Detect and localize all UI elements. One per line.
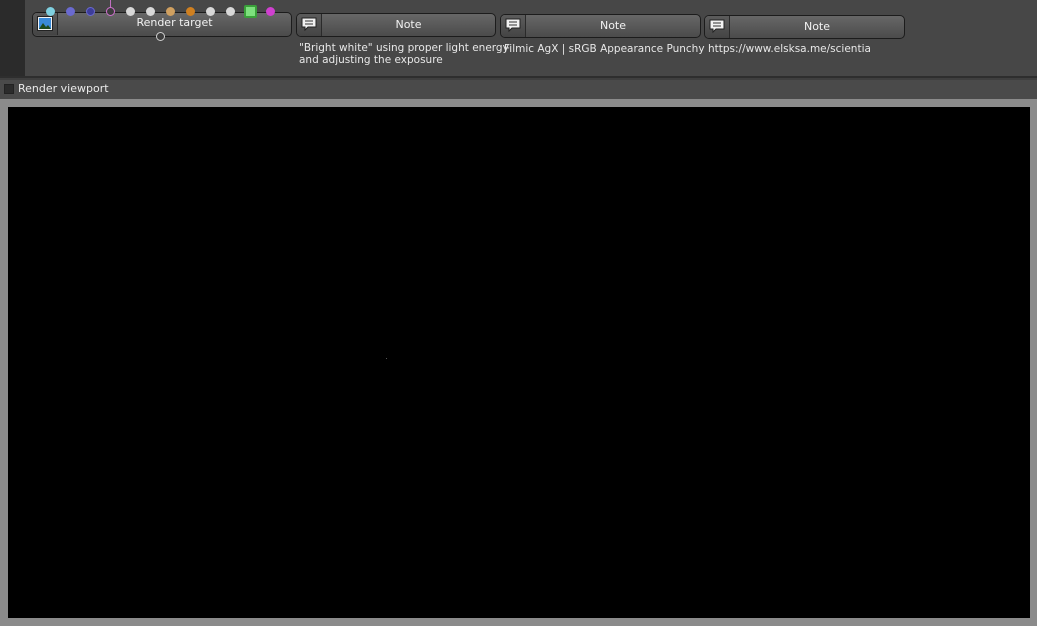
viewport-toggle-checkbox[interactable] bbox=[4, 84, 14, 94]
render-target-output-pin[interactable] bbox=[156, 32, 165, 41]
input-pin[interactable] bbox=[146, 7, 155, 16]
note-node-2[interactable]: Note bbox=[500, 14, 701, 38]
input-pin[interactable] bbox=[206, 7, 215, 16]
note-node-3[interactable]: Note bbox=[704, 15, 905, 39]
note-icon-box bbox=[705, 16, 730, 38]
render-target-icon-box bbox=[33, 13, 58, 35]
input-pin[interactable] bbox=[66, 7, 75, 16]
note-text-3: https://www.elsksa.me/scientia bbox=[708, 43, 871, 55]
note-node-1[interactable]: Note bbox=[296, 13, 496, 37]
input-pin[interactable] bbox=[106, 7, 115, 16]
graph-left-strip bbox=[0, 0, 25, 76]
divider bbox=[0, 76, 1037, 78]
note-text-1: "Bright white" using proper light energy… bbox=[299, 42, 509, 66]
viewport-title: Render viewport bbox=[18, 82, 109, 95]
input-pin[interactable] bbox=[266, 7, 275, 16]
comment-icon bbox=[709, 19, 725, 34]
viewport-header: Render viewport bbox=[0, 80, 1037, 99]
input-pin[interactable] bbox=[226, 7, 235, 16]
comment-icon bbox=[301, 17, 317, 32]
input-pin[interactable] bbox=[46, 7, 55, 16]
input-pin[interactable] bbox=[186, 7, 195, 16]
input-pin[interactable] bbox=[244, 5, 257, 18]
image-icon bbox=[37, 16, 53, 31]
comment-icon bbox=[505, 18, 521, 33]
note-text-2: Filmic AgX | sRGB Appearance Punchy bbox=[504, 43, 705, 55]
note-icon-box bbox=[501, 15, 526, 37]
note-title: Note bbox=[599, 19, 627, 32]
input-pin[interactable] bbox=[86, 7, 95, 16]
note-title: Note bbox=[395, 18, 422, 31]
viewport-center-dot bbox=[386, 358, 387, 359]
render-viewport-frame bbox=[0, 99, 1037, 626]
input-pin[interactable] bbox=[126, 7, 135, 16]
node-graph-panel[interactable]: Render target Note "Bright white" using … bbox=[0, 0, 1037, 78]
input-pin[interactable] bbox=[166, 7, 175, 16]
render-viewport-canvas[interactable] bbox=[8, 107, 1030, 618]
note-icon-box bbox=[297, 14, 322, 36]
note-title: Note bbox=[803, 20, 831, 33]
